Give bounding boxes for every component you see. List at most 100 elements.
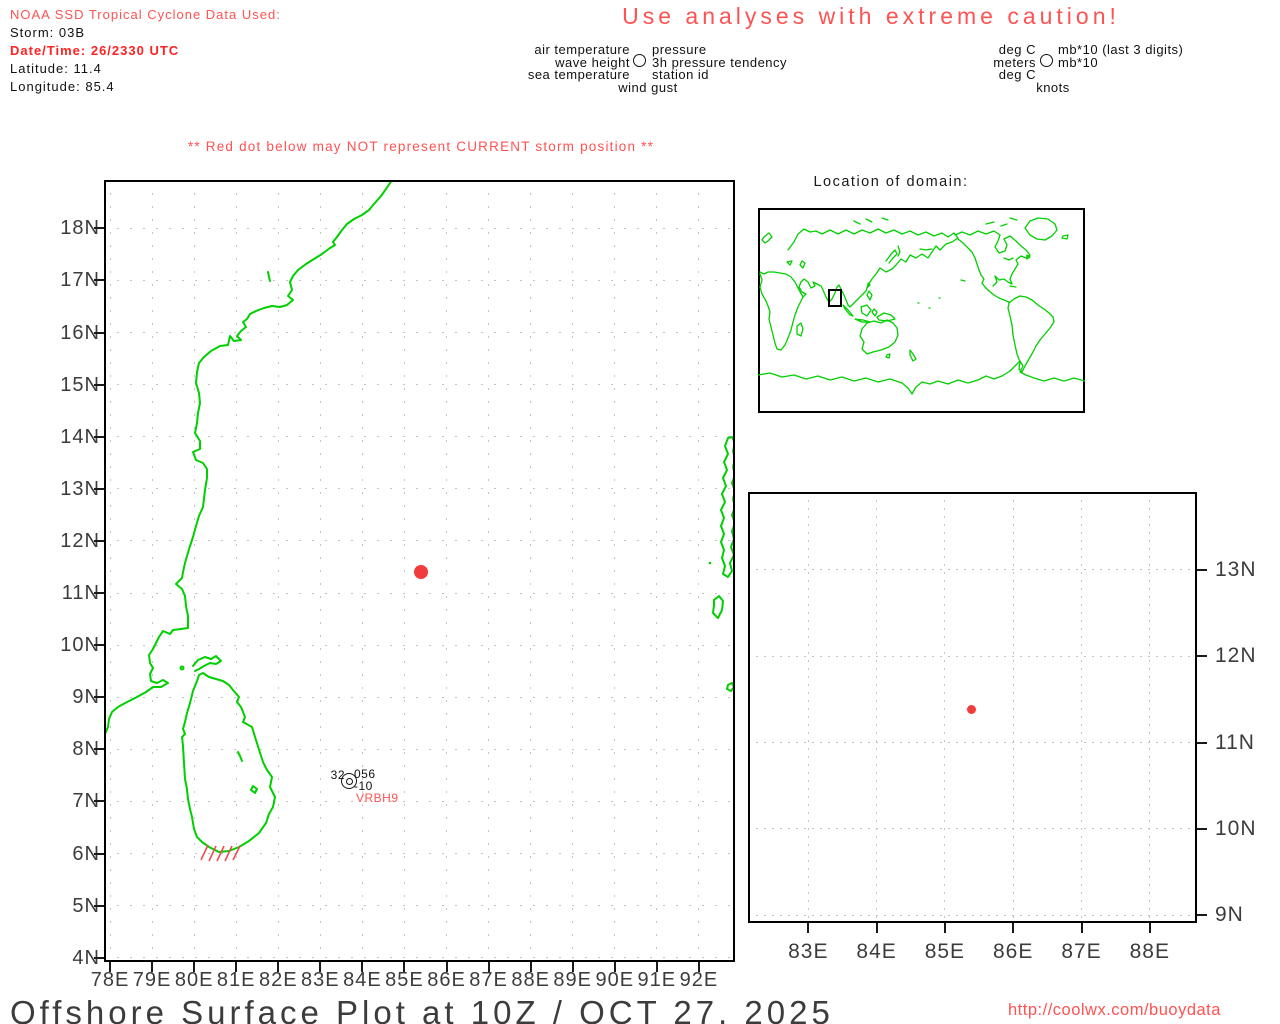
station-circle-icon (633, 54, 646, 67)
australia (859, 319, 899, 355)
station-id-label: VRBH9 (356, 791, 399, 805)
lat-tick (1197, 914, 1207, 917)
lon-tick (807, 923, 810, 933)
jaffna-peninsula (192, 655, 222, 672)
gridline-vertical (944, 492, 946, 923)
lat-tick-label: 9N (1215, 903, 1244, 927)
tasmania (885, 353, 891, 359)
lat-tick (94, 331, 104, 334)
arctic-islands-2 (1000, 223, 1008, 227)
lat-tick (94, 592, 104, 594)
hawaii (960, 279, 966, 282)
lon-tick-label: 87E (1061, 940, 1102, 963)
lon-tick (193, 962, 196, 972)
gridline-horizontal (748, 828, 1197, 830)
storm-position-dot (414, 565, 428, 579)
greenland (1024, 217, 1058, 241)
lat-tick (94, 279, 104, 282)
black-sea (786, 260, 793, 266)
andaman-islands (720, 436, 735, 578)
station-air-temperature: 32 (330, 768, 345, 782)
north-america-west (957, 238, 1010, 303)
lon-tick (655, 962, 658, 972)
south-america (1007, 295, 1055, 373)
source-url-link[interactable]: http://coolwx.com/buoydata (1008, 1001, 1221, 1020)
domain-location-rect (828, 289, 842, 307)
lat-tick (1197, 568, 1207, 571)
arctic-islands-1 (985, 221, 995, 225)
legend-wind-gust: wind gust (618, 79, 678, 95)
gridline-vertical (807, 492, 809, 923)
storm-position-dot-zoom (967, 705, 976, 714)
lat-tick (94, 487, 104, 490)
lon-tick (487, 962, 490, 972)
antarctica-coast (758, 360, 1085, 395)
little-andaman-island (712, 595, 724, 619)
new-zealand (909, 349, 917, 362)
lon-tick (1148, 923, 1151, 933)
lon-tick (1080, 923, 1083, 933)
lat-tick (1197, 741, 1207, 744)
coastline-fragment (267, 271, 271, 282)
lon-tick (613, 962, 616, 972)
lat-tick-label: 10N (1215, 816, 1257, 840)
lat-tick (94, 383, 104, 386)
caution-title: Use analyses with extreme caution! (622, 3, 1120, 29)
gridline-vertical (1149, 492, 1151, 923)
gridline-horizontal (748, 655, 1197, 657)
inset-title: Location of domain: (813, 174, 969, 190)
lat-tick (94, 904, 104, 907)
tiny-island (726, 682, 735, 692)
eurasia-coast (759, 228, 959, 308)
lat-tick (94, 800, 104, 803)
lon-tick (1012, 923, 1015, 933)
lat-tick-label: 13N (1215, 557, 1257, 581)
great-lakes (1003, 257, 1014, 261)
java (854, 318, 871, 323)
gridline-horizontal (748, 742, 1197, 743)
buoy-surface-plot-page: NOAA SSD Tropical Cyclone Data Used: Sto… (0, 0, 1280, 1024)
unit-knots: knots (1036, 79, 1070, 95)
lon-tick (943, 923, 946, 933)
sumatra (842, 304, 854, 317)
lon-tick-label: 83E (788, 940, 829, 963)
japan (885, 249, 898, 264)
lat-tick (94, 539, 104, 542)
station-inner-circle-icon (345, 777, 353, 785)
gridline-horizontal (748, 569, 1197, 571)
lon-tick (109, 962, 111, 972)
iceland (1061, 234, 1069, 240)
storm-id-line: Storm: 03B (10, 25, 86, 40)
lon-tick (319, 962, 322, 972)
lat-tick-label: 12N (1215, 644, 1257, 668)
gridline-vertical (1012, 492, 1014, 923)
gridline-horizontal (748, 914, 1197, 916)
sulawesi (871, 308, 878, 317)
lon-tick (529, 962, 532, 972)
lat-tick-label: 11N (1215, 730, 1255, 754)
red-dot-warning: ** Red dot below may NOT represent CURRE… (187, 139, 655, 154)
arctic-islands-6 (881, 217, 889, 221)
madagascar (796, 322, 804, 337)
north-america-north (954, 230, 1031, 287)
arctic-islands-5 (865, 218, 873, 223)
tiny-islet (708, 561, 712, 565)
world-coastlines (758, 217, 1085, 395)
lat-tick (94, 435, 104, 438)
gridline-vertical (876, 492, 878, 923)
lon-tick (875, 923, 878, 933)
storm-latitude-line: Latitude: 11.4 (10, 61, 102, 76)
lat-tick (94, 696, 104, 699)
arctic-islands-4 (853, 220, 861, 225)
lat-tick (94, 852, 104, 855)
lat-tick (94, 644, 104, 647)
zoom-map: 83E 84E 85E 86E 87E 88E 13N 12N 11N 10N 9N (748, 492, 1256, 963)
lon-tick-label: 85E (924, 940, 966, 963)
aleutians (919, 248, 933, 251)
lat-tick (94, 956, 104, 959)
main-map: 32 056 -10 VRBH9 78E 79E 80E 81E 82E 83E 84E 85… (60, 180, 735, 991)
lon-tick (277, 962, 280, 972)
inland-lake (250, 785, 258, 794)
arctic-islands-3 (1009, 217, 1018, 221)
lat-tick (94, 748, 104, 751)
